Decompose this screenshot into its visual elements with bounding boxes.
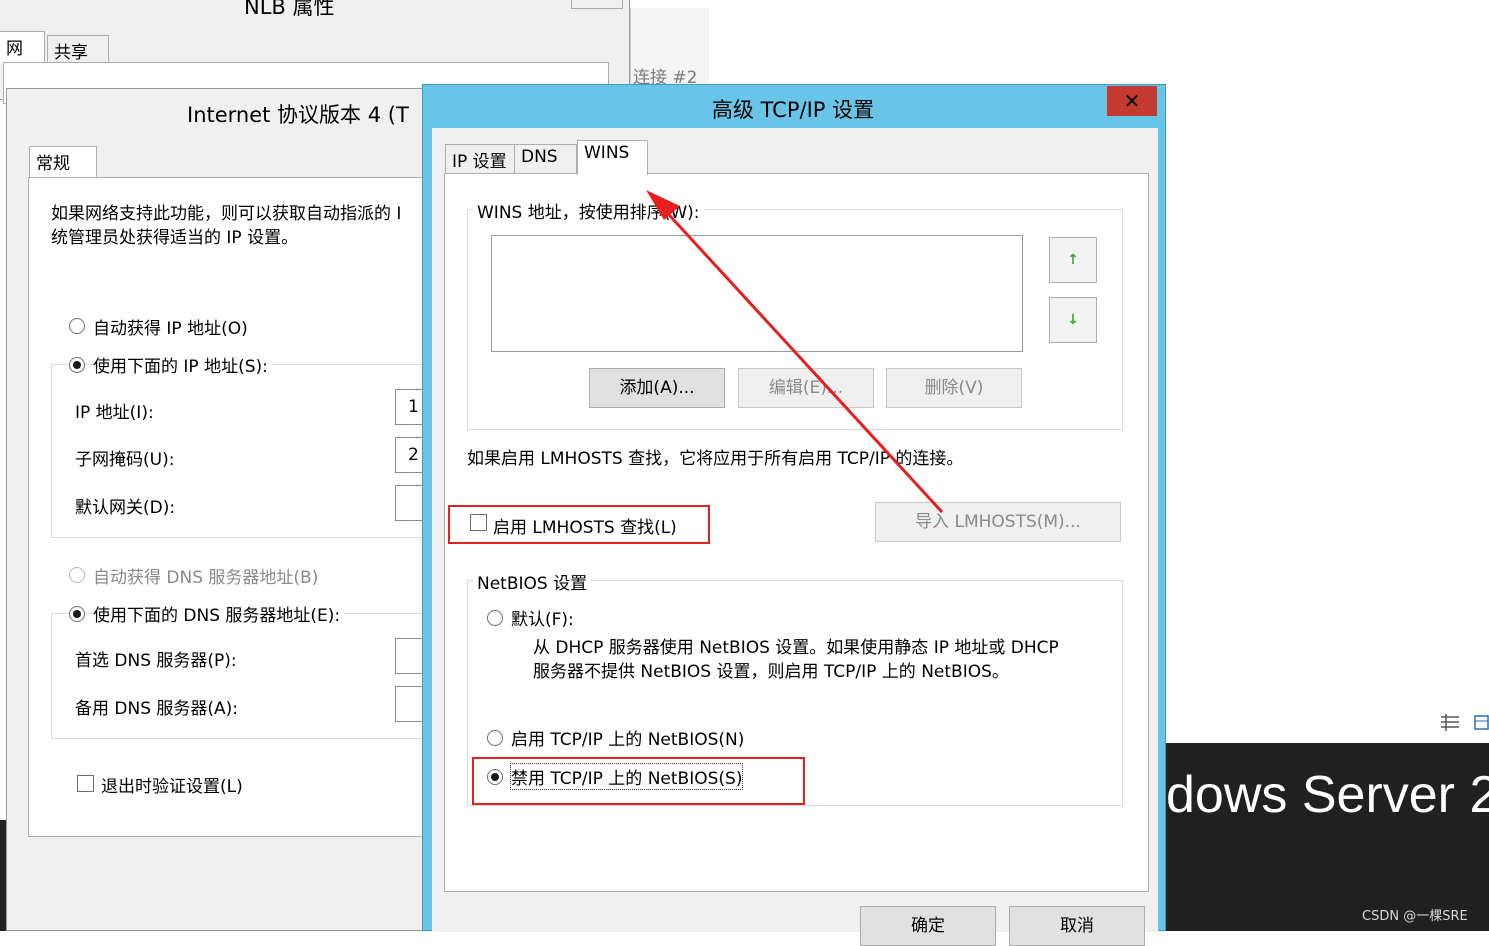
tab-wins[interactable]: WINS bbox=[577, 140, 648, 175]
tab-wins-label: WINS bbox=[584, 143, 630, 163]
annotation-arrow bbox=[646, 190, 944, 514]
